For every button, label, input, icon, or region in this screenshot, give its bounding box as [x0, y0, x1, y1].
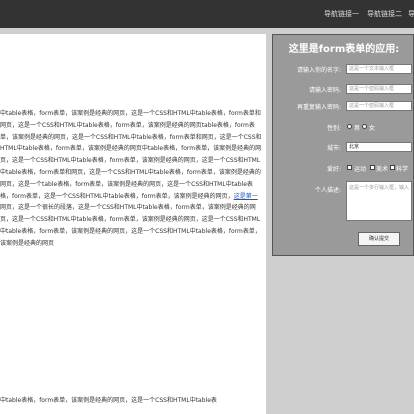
confirm-password-label: 再重复输入密码: — [296, 104, 341, 111]
hobby-art-option: 美术 — [376, 166, 389, 173]
top-nav-bar: 导航链接一 导航链接二 导 — [0, 0, 414, 28]
hobby-science-option: 科学 — [396, 166, 409, 173]
gender-female-option: 女 — [369, 125, 376, 132]
password-label: 请输入密码: — [308, 87, 341, 94]
article-link[interactable]: 这是第一 — [234, 193, 258, 200]
hobby-sports-option: 运动 — [354, 166, 367, 173]
city-label: 城市: — [326, 145, 341, 152]
gender-female-radio[interactable] — [362, 124, 367, 129]
article-paragraph-2: 中table表格，form表单，该案例是经典的网页，这是一个CSS和HTML中t… — [0, 397, 217, 404]
form-panel: 这里是form表单的应用: 请输入你的名字: 这是一个文本输入框 请输入密码: … — [272, 34, 414, 256]
password-input[interactable]: 这是一个密码输入框 — [346, 84, 412, 94]
gender-label: 性别: — [326, 125, 341, 132]
article-area: 中table表格，form表单，该案例是经典的网页，这是一个CSS和HTML中t… — [0, 34, 266, 414]
nav-link-1[interactable]: 导航链接一 — [324, 9, 359, 19]
article-paragraph: 中table表格，form表单，该案例是经典的网页，这是一个CSS和HTML中t… — [0, 108, 262, 250]
username-input[interactable]: 这是一个文本输入框 — [346, 64, 412, 74]
gender-male-option: 男 — [354, 125, 361, 132]
paragraph-text: 中table表格，form表单，该案例是经典的网页，这是一个CSS和HTML中t… — [0, 110, 262, 200]
hobby-label: 爱好: — [326, 166, 341, 173]
hobby-sports-checkbox[interactable] — [347, 165, 352, 170]
form-title: 这里是form表单的应用: — [288, 44, 400, 55]
submit-button[interactable]: 确认提交 — [358, 232, 400, 246]
nav-link-3[interactable]: 导 — [408, 9, 414, 19]
hobby-science-checkbox[interactable] — [390, 165, 395, 170]
hobby-art-checkbox[interactable] — [370, 165, 375, 170]
paragraph-text-continued: 网页，这是一个很长的段落，这是一个CSS和HTML中table表格，form表单… — [0, 204, 261, 247]
intro-textarea[interactable]: 这是一个多行输入框，输入 — [346, 181, 412, 221]
confirm-password-input[interactable]: 这是一个密码输入框 — [346, 101, 412, 111]
gender-male-radio[interactable] — [347, 124, 352, 129]
username-label: 请输入你的名字: — [296, 67, 341, 74]
city-select[interactable]: 北京 — [346, 142, 412, 152]
nav-link-2[interactable]: 导航链接二 — [367, 9, 402, 19]
intro-label: 个人描述: — [314, 187, 341, 194]
